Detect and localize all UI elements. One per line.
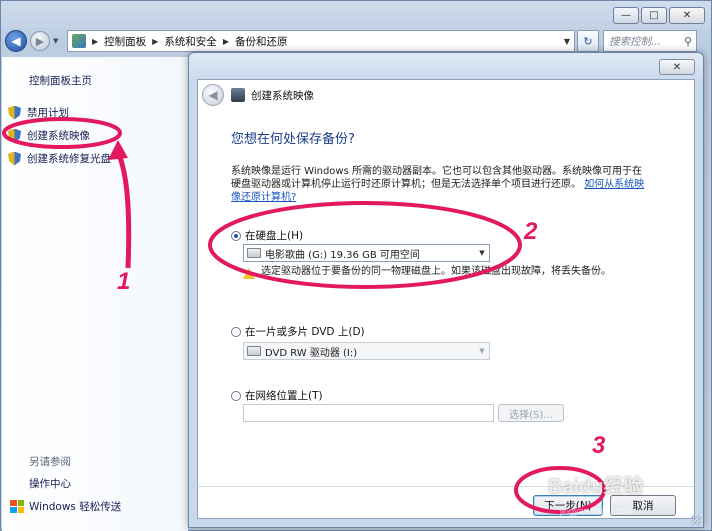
- option-dvd[interactable]: 在一片或多片 DVD 上(D): [231, 324, 365, 339]
- description-text: 系统映像是运行 Windows 所需的驱动器副本。它也可以包含其他驱动器。系统映…: [231, 166, 642, 190]
- chevron-right-icon[interactable]: ▶: [92, 37, 98, 46]
- dialog-description: 系统映像是运行 Windows 所需的驱动器副本。它也可以包含其他驱动器。系统映…: [231, 165, 651, 204]
- dvd-radio[interactable]: [231, 326, 241, 337]
- same-disk-warning: 选定驱动器位于要备份的同一物理磁盘上。如果该磁盘出现故障，将丢失备份。: [243, 266, 673, 279]
- warning-text: 选定驱动器位于要备份的同一物理磁盘上。如果该磁盘出现故障，将丢失备份。: [261, 266, 611, 277]
- dvd-select[interactable]: DVD RW 驱动器 (I:) ▼: [243, 342, 490, 360]
- chevron-down-icon[interactable]: ▼: [475, 347, 489, 355]
- back-arrow-icon[interactable]: ◀: [5, 30, 27, 52]
- shield-icon: [8, 105, 21, 120]
- network-location-field[interactable]: [243, 404, 494, 422]
- dvd-label: 在一片或多片 DVD 上(D): [245, 326, 365, 338]
- address-bar[interactable]: ▶ 控制面板 ▶ 系统和安全 ▶ 备份和还原 ▼: [67, 30, 575, 52]
- step-number-1: 1: [117, 268, 131, 295]
- search-input[interactable]: 搜索控制... ⚲: [603, 30, 697, 52]
- dvd-drive-icon: [247, 346, 261, 356]
- resize-grip[interactable]: [691, 515, 701, 525]
- sidebar-link-action-center[interactable]: 操作中心: [29, 476, 71, 491]
- option-network[interactable]: 在网络位置上(T): [231, 388, 323, 403]
- windows-logo-icon: [10, 500, 24, 513]
- breadcrumb-system-security[interactable]: 系统和安全: [164, 34, 217, 49]
- dialog-title: 创建系统映像: [251, 90, 314, 102]
- step-number-2: 2: [524, 218, 538, 245]
- refresh-icon[interactable]: ↻: [577, 30, 599, 52]
- sidebar-item-create-system-image[interactable]: 创建系统映像: [8, 128, 90, 143]
- watermark-logo: Baidu经验: [548, 476, 644, 498]
- sidebar-item-disable-schedule[interactable]: 禁用计划: [8, 105, 69, 120]
- sidebar-item-create-repair-disc[interactable]: 创建系统修复光盘: [8, 151, 111, 166]
- close-button[interactable]: ✕: [669, 7, 705, 24]
- window-caption-buttons: — □ ✕: [613, 7, 705, 24]
- dvd-select-value: DVD RW 驱动器 (I:): [265, 347, 358, 359]
- control-panel-icon: [72, 34, 86, 48]
- sidebar-item-home[interactable]: 控制面板主页: [29, 73, 92, 88]
- breadcrumb-backup-restore[interactable]: 备份和还原: [235, 34, 288, 49]
- hard-disk-select[interactable]: 电影歌曲 (G:) 19.36 GB 可用空间 ▼: [243, 244, 490, 262]
- hard-disk-label: 在硬盘上(H): [245, 230, 304, 242]
- network-browse-button[interactable]: 选择(S)...: [498, 404, 564, 422]
- see-also-heading: 另请参阅: [29, 456, 71, 468]
- forward-arrow-icon[interactable]: ▶: [30, 31, 50, 51]
- chevron-down-icon[interactable]: ▼: [475, 249, 489, 257]
- sidebar: 控制面板主页 禁用计划 创建系统映像 创建系统修复光盘 另请参阅 操作中心 Wi…: [2, 57, 188, 531]
- recent-pages-dropdown-icon[interactable]: ▼: [53, 37, 63, 45]
- hard-drive-icon: [247, 248, 261, 258]
- hard-disk-radio[interactable]: [231, 230, 241, 241]
- sidebar-item-label: 禁用计划: [27, 107, 69, 119]
- create-system-image-dialog: ✕ ◀ 创建系统映像 您想在何处保存备份? 系统映像是运行 Windows 所需…: [188, 52, 704, 528]
- warning-icon: [243, 268, 255, 279]
- sidebar-item-label: 创建系统映像: [27, 130, 90, 142]
- dialog-back-arrow-icon[interactable]: ◀: [202, 84, 224, 106]
- sidebar-item-label: 创建系统修复光盘: [27, 153, 111, 165]
- dialog-close-button[interactable]: ✕: [659, 59, 695, 75]
- step-number-3: 3: [592, 432, 606, 459]
- option-hard-disk[interactable]: 在硬盘上(H): [231, 228, 303, 243]
- chevron-down-icon[interactable]: ▼: [560, 37, 574, 46]
- maximize-button[interactable]: □: [641, 7, 667, 24]
- backup-app-icon: [231, 88, 245, 102]
- network-radio[interactable]: [231, 390, 241, 401]
- watermark-url: jingyan.baidu.com: [560, 506, 633, 516]
- chevron-right-icon[interactable]: ▶: [152, 37, 158, 46]
- address-row: ◀ ▶ ▼ ▶ 控制面板 ▶ 系统和安全 ▶ 备份和还原 ▼ ↻ 搜索控制...…: [5, 29, 709, 53]
- dialog-heading: 您想在何处保存备份?: [231, 132, 355, 147]
- minimize-button[interactable]: —: [613, 7, 639, 24]
- chevron-right-icon[interactable]: ▶: [223, 37, 229, 46]
- sidebar-link-easy-transfer[interactable]: Windows 轻松传送: [29, 499, 121, 514]
- shield-icon: [8, 128, 21, 143]
- breadcrumb-control-panel[interactable]: 控制面板: [104, 34, 146, 49]
- hard-disk-select-value: 电影歌曲 (G:) 19.36 GB 可用空间: [265, 249, 420, 261]
- shield-icon: [8, 151, 21, 166]
- dialog-body: ◀ 创建系统映像 您想在何处保存备份? 系统映像是运行 Windows 所需的驱…: [197, 79, 695, 519]
- search-placeholder: 搜索控制...: [609, 35, 662, 48]
- search-icon[interactable]: ⚲: [684, 35, 692, 48]
- network-label: 在网络位置上(T): [245, 390, 323, 402]
